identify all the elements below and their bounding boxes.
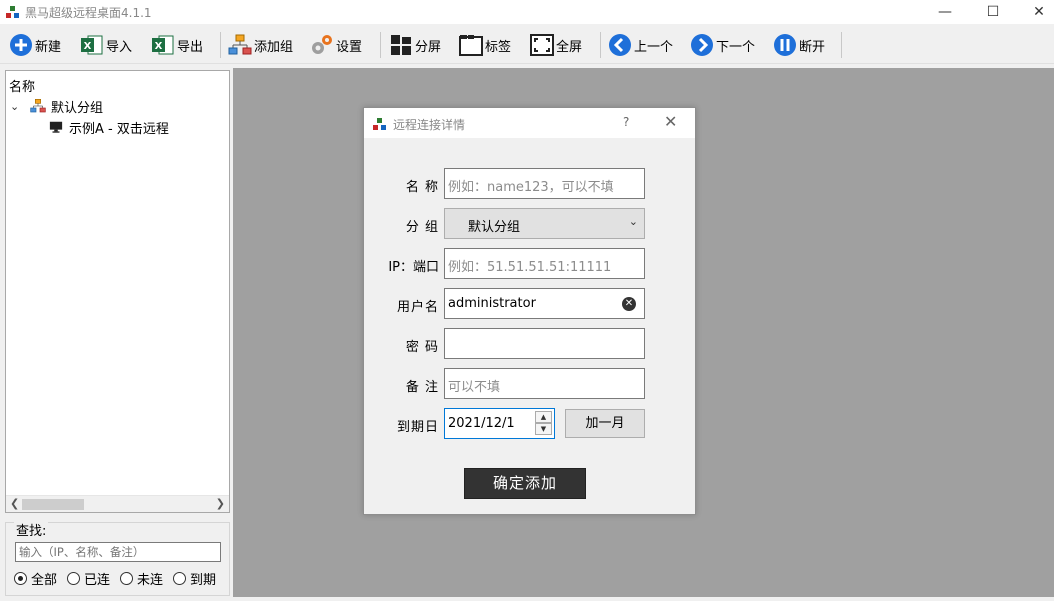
filter-unconnected-radio[interactable]: 未连 bbox=[120, 569, 163, 588]
excel-icon: X bbox=[152, 35, 174, 55]
toolbar-separator bbox=[841, 32, 842, 58]
arrow-left-circle-icon bbox=[609, 34, 631, 56]
filter-connected-radio[interactable]: 已连 bbox=[67, 569, 110, 588]
scroll-thumb[interactable] bbox=[22, 499, 84, 510]
dialog-close-button[interactable]: ✕ bbox=[664, 112, 677, 131]
scroll-right-icon[interactable]: ❯ bbox=[216, 497, 225, 510]
group-label: 分 组 bbox=[405, 220, 439, 235]
note-field[interactable]: 可以不填 bbox=[444, 368, 645, 399]
horizontal-scrollbar[interactable]: ❮ ❯ bbox=[6, 495, 229, 512]
tree-group-label: 默认分组 bbox=[51, 100, 104, 116]
group-tree-icon bbox=[30, 99, 46, 113]
pause-circle-icon bbox=[774, 34, 796, 56]
ip-port-label: IP：端口 bbox=[388, 260, 439, 275]
maximize-button[interactable]: ☐ bbox=[970, 0, 1016, 24]
close-button[interactable]: ✕ bbox=[1016, 0, 1054, 24]
monitor-icon bbox=[49, 121, 63, 133]
dialog-title-bar: 远程连接详情 ? ✕ bbox=[364, 108, 695, 138]
chevron-down-icon: ⌄ bbox=[628, 215, 638, 228]
fullscreen-button[interactable]: 全屏 bbox=[530, 32, 582, 58]
tab-window-icon bbox=[459, 35, 483, 56]
expire-date-picker[interactable]: 2021/12/1 ▲ ▼ bbox=[444, 408, 555, 439]
filter-all-radio[interactable]: 全部 bbox=[14, 569, 57, 588]
toolbar: 新建 X 导入 X 导出 添加组 设置 分屏 标签 全屏 上一个 下一个 断开 bbox=[0, 26, 1054, 64]
svg-text:X: X bbox=[84, 41, 92, 52]
spin-up-icon[interactable]: ▲ bbox=[535, 411, 552, 423]
app-logo-icon bbox=[6, 6, 19, 18]
group-select[interactable]: 默认分组 ⌄ bbox=[444, 208, 645, 239]
arrow-right-circle-icon bbox=[691, 34, 713, 56]
name-field[interactable]: 例如：name123，可以不填 bbox=[444, 168, 645, 199]
settings-button[interactable]: 设置 bbox=[310, 32, 362, 58]
password-label: 密 码 bbox=[405, 340, 439, 355]
svg-text:X: X bbox=[155, 41, 163, 52]
toolbar-separator bbox=[600, 32, 601, 58]
username-label: 用户名 bbox=[396, 300, 439, 315]
tree-item-label: 示例A - 双击远程 bbox=[69, 121, 169, 137]
search-legend: 查找: bbox=[14, 520, 49, 539]
new-button[interactable]: 新建 bbox=[9, 32, 61, 58]
name-label: 名 称 bbox=[405, 180, 439, 195]
clear-icon[interactable]: ✕ bbox=[622, 297, 636, 311]
gears-icon bbox=[312, 35, 332, 54]
toolbar-separator bbox=[220, 32, 221, 58]
expire-date-value: 2021/12/1 bbox=[448, 416, 515, 431]
app-logo-icon bbox=[373, 118, 386, 130]
radio-unchecked-icon bbox=[67, 572, 80, 585]
dialog-title: 远程连接详情 bbox=[393, 118, 466, 132]
chevron-down-icon[interactable]: ⌄ bbox=[10, 100, 26, 113]
split-screen-button[interactable]: 分屏 bbox=[389, 32, 441, 58]
note-label: 备 注 bbox=[405, 380, 439, 395]
search-input[interactable] bbox=[15, 542, 221, 562]
date-spinner[interactable]: ▲ ▼ bbox=[535, 411, 552, 436]
disconnect-button[interactable]: 断开 bbox=[773, 32, 825, 58]
split-screen-icon bbox=[391, 35, 411, 55]
tree-header: 名称 bbox=[9, 80, 36, 95]
help-button[interactable]: ? bbox=[623, 115, 629, 129]
group-tree-icon bbox=[228, 34, 252, 55]
next-button[interactable]: 下一个 bbox=[690, 32, 755, 58]
password-field[interactable] bbox=[444, 328, 645, 359]
add-month-button[interactable]: 加一月 bbox=[565, 409, 645, 438]
tree-group-default[interactable]: ⌄ 默认分组 bbox=[10, 97, 104, 116]
spin-down-icon[interactable]: ▼ bbox=[535, 423, 552, 435]
search-group: 查找: 全部 已连 未连 到期 bbox=[5, 520, 230, 596]
confirm-add-button[interactable]: 确定添加 bbox=[464, 468, 586, 499]
export-button[interactable]: X 导出 bbox=[151, 32, 203, 58]
radio-checked-icon bbox=[14, 572, 27, 585]
username-value: administrator bbox=[448, 296, 536, 311]
filter-expired-radio[interactable]: 到期 bbox=[173, 569, 216, 588]
tags-button[interactable]: 标签 bbox=[459, 32, 511, 58]
toolbar-separator bbox=[380, 32, 381, 58]
radio-unchecked-icon bbox=[120, 572, 133, 585]
add-group-button[interactable]: 添加组 bbox=[228, 32, 293, 58]
username-field[interactable]: administrator ✕ bbox=[444, 288, 645, 319]
import-button[interactable]: X 导入 bbox=[80, 32, 132, 58]
plus-circle-icon bbox=[10, 34, 32, 56]
minimize-button[interactable]: — bbox=[922, 0, 968, 24]
excel-icon: X bbox=[81, 35, 103, 55]
expire-date-label: 到期日 bbox=[396, 420, 439, 435]
connection-tree[interactable]: 名称 ⌄ 默认分组 示例A - 双击远程 ❮ ❯ bbox=[5, 70, 230, 513]
scroll-left-icon[interactable]: ❮ bbox=[10, 497, 19, 510]
fullscreen-icon bbox=[530, 34, 554, 56]
ip-port-field[interactable]: 例如：51.51.51.51:11111 bbox=[444, 248, 645, 279]
radio-unchecked-icon bbox=[173, 572, 186, 585]
connection-details-dialog: 远程连接详情 ? ✕ 名 称 例如：name123，可以不填 分 组 默认分组 … bbox=[363, 107, 696, 515]
previous-button[interactable]: 上一个 bbox=[608, 32, 673, 58]
tree-item-example[interactable]: 示例A - 双击远程 bbox=[49, 118, 169, 137]
title-bar: 黑马超级远程桌面4.1.1 — ☐ ✕ bbox=[0, 0, 1054, 24]
window-title: 黑马超级远程桌面4.1.1 bbox=[25, 6, 152, 20]
